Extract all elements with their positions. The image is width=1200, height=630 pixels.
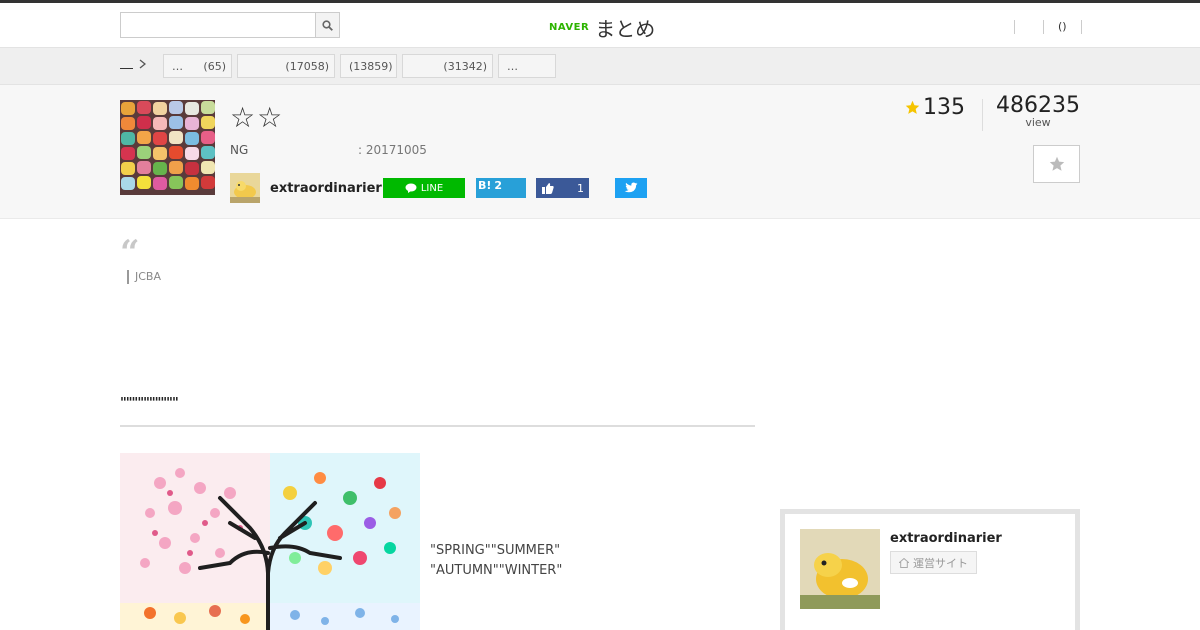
line-share-button[interactable]: LINE bbox=[383, 178, 465, 198]
matome-thumbnail bbox=[120, 100, 215, 195]
facebook-like-count: 1 bbox=[577, 181, 584, 195]
category-tabs: … (65) (17058) (13859) (31342) … bbox=[163, 54, 556, 78]
image-caption: "SPRING""SUMMER" "AUTUMN""WINTER" bbox=[430, 541, 562, 581]
favorite-count: 135 bbox=[905, 95, 965, 120]
view-count-value: 486235 bbox=[996, 93, 1080, 118]
star-icon bbox=[905, 100, 920, 114]
global-header: NAVER まとめ () bbox=[0, 0, 1200, 48]
sidebar-author-box: extraordinarier 運営サイト bbox=[780, 509, 1080, 630]
facebook-like-icon bbox=[542, 182, 554, 194]
header-link-1[interactable] bbox=[1014, 20, 1043, 34]
star-icon bbox=[1049, 156, 1064, 171]
search-button[interactable] bbox=[315, 13, 339, 37]
twitter-bird-icon bbox=[624, 182, 638, 193]
site-logo[interactable]: NAVER まとめ bbox=[549, 13, 655, 41]
view-count: 486235 view bbox=[996, 93, 1080, 129]
breadcrumb-home[interactable] bbox=[120, 59, 146, 69]
sidebar-author-avatar[interactable] bbox=[800, 529, 880, 609]
hatena-bookmark-button[interactable]: B! 2 bbox=[476, 178, 526, 198]
favorite-count-value: 135 bbox=[923, 95, 965, 120]
quote-source[interactable]: JCBA bbox=[127, 270, 161, 284]
category-bar: … (65) (17058) (13859) (31342) … bbox=[0, 48, 1200, 85]
author-name[interactable]: extraordinarier bbox=[270, 181, 383, 196]
chevron-right-icon bbox=[139, 59, 146, 69]
matome-wordmark: まとめ bbox=[595, 16, 656, 41]
twitter-share-button[interactable] bbox=[615, 178, 647, 198]
category-tab[interactable]: (13859) bbox=[340, 54, 397, 78]
category-tab[interactable]: … bbox=[498, 54, 556, 78]
category-tab[interactable]: … (65) bbox=[163, 54, 232, 78]
caption-line-2: "AUTUMN""WINTER" bbox=[430, 563, 563, 578]
category-tab-count: (13859) bbox=[349, 59, 393, 73]
naver-wordmark: NAVER bbox=[549, 21, 590, 33]
category-tab-label: … bbox=[507, 59, 518, 73]
facebook-like-button[interactable]: 1 bbox=[536, 178, 589, 198]
line-icon bbox=[405, 183, 417, 193]
author-share-row: extraordinarier LINE B! 2 1 bbox=[230, 173, 647, 203]
category-tab-count: (17058) bbox=[285, 59, 329, 73]
matome-header: ☆☆ NG : 20171005 extraordinarier LINE B!… bbox=[0, 85, 1200, 219]
operating-site-button[interactable]: 運営サイト bbox=[890, 551, 977, 574]
search-input[interactable] bbox=[121, 13, 316, 37]
search-icon bbox=[322, 19, 333, 31]
operating-site-label: 運営サイト bbox=[913, 556, 968, 570]
stats-divider bbox=[982, 99, 983, 131]
author-avatar[interactable] bbox=[230, 173, 260, 203]
hatena-count: 2 bbox=[494, 179, 503, 192]
matome-update-date: : 20171005 bbox=[358, 143, 427, 157]
hatena-mark: B! bbox=[478, 179, 492, 192]
breadcrumb-home-label bbox=[120, 59, 133, 69]
header-links: () bbox=[1014, 20, 1110, 34]
matome-ng-label: NG bbox=[230, 143, 249, 157]
matome-title: ☆☆ bbox=[230, 101, 285, 134]
home-icon bbox=[899, 557, 909, 568]
header-link-3[interactable] bbox=[1080, 20, 1110, 34]
quote-icon: “ bbox=[120, 233, 140, 273]
line-share-label: LINE bbox=[420, 182, 444, 194]
category-tab[interactable]: (17058) bbox=[237, 54, 335, 78]
category-tab[interactable]: (31342) bbox=[402, 54, 493, 78]
header-link-2[interactable]: () bbox=[1043, 20, 1081, 34]
search-box bbox=[120, 12, 340, 38]
sidebar-author-name[interactable]: extraordinarier bbox=[890, 531, 1002, 546]
four-seasons-tree-image bbox=[120, 453, 420, 630]
add-favorite-button[interactable] bbox=[1033, 145, 1080, 183]
category-tab-count: (31342) bbox=[443, 59, 487, 73]
caption-line-1: "SPRING""SUMMER" bbox=[430, 543, 561, 558]
category-tab-count: (65) bbox=[203, 59, 226, 73]
category-tab-label: … bbox=[172, 59, 183, 73]
section-heading: """""""""" bbox=[120, 396, 755, 427]
